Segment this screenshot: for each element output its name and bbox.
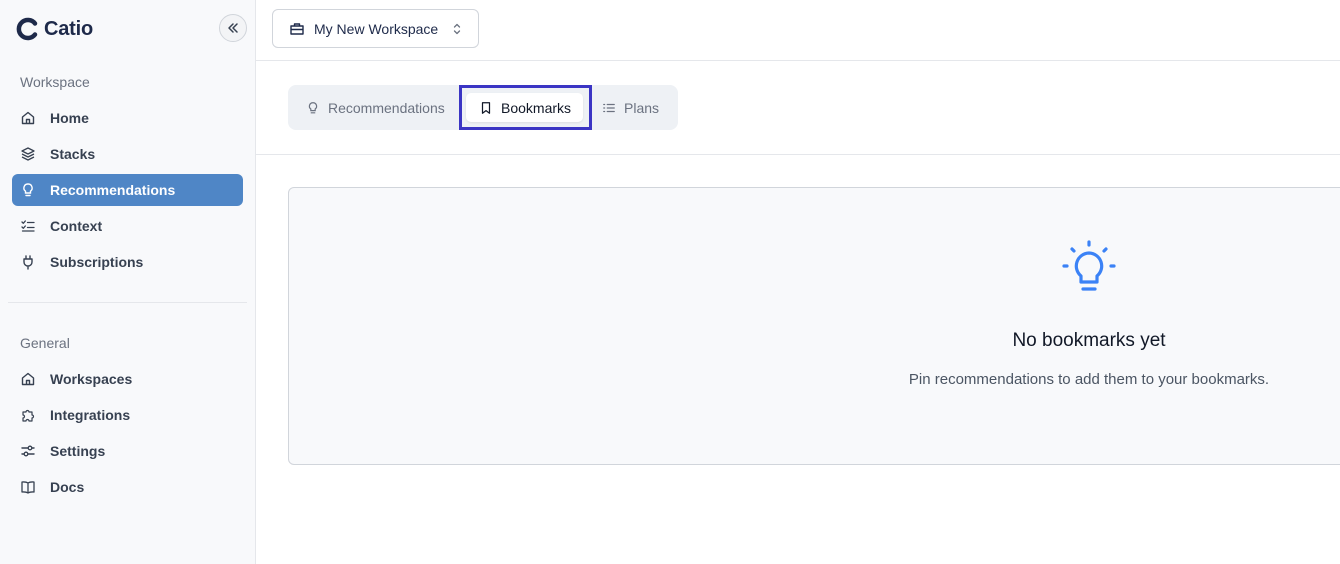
- chevron-up-down-icon: [454, 23, 461, 34]
- app-name: Catio: [44, 17, 94, 40]
- chevrons-left-icon: [228, 23, 238, 33]
- sidebar-item-stacks[interactable]: Stacks: [12, 138, 243, 170]
- book-icon: [20, 479, 36, 495]
- tab-plans[interactable]: Plans: [602, 93, 672, 122]
- sidebar-item-label: Recommendations: [50, 182, 176, 198]
- checklist-icon: [20, 218, 36, 234]
- workspace-name: My New Workspace: [314, 20, 439, 37]
- tabs-bar: Recommendations Bookmarks Plans: [256, 61, 1340, 155]
- list-icon: [603, 103, 615, 112]
- collapse-sidebar-button[interactable]: [219, 14, 247, 42]
- sidebar-item-label: Stacks: [50, 146, 96, 162]
- puzzle-icon: [20, 407, 36, 423]
- sidebar-item-home[interactable]: Home: [12, 102, 243, 134]
- home-icon: [20, 371, 36, 387]
- empty-state-description: Pin recommendations to add them to your …: [908, 371, 1270, 388]
- briefcase-icon: [290, 22, 304, 35]
- sidebar: Catio Workspace Home Stacks Recommendati…: [0, 0, 256, 564]
- section-label-general: General: [20, 335, 70, 351]
- sidebar-item-subscriptions[interactable]: Subscriptions: [12, 246, 243, 278]
- sidebar-item-label: Workspaces: [50, 371, 133, 387]
- sidebar-item-label: Context: [50, 218, 103, 234]
- tab-label: Recommendations: [328, 99, 445, 116]
- lightbulb-icon: [308, 101, 318, 113]
- empty-state-title: No bookmarks yet: [1012, 330, 1166, 351]
- lightbulb-icon: [20, 182, 36, 198]
- bookmark-icon: [481, 101, 491, 114]
- tab-label: Bookmarks: [501, 99, 572, 116]
- empty-state-panel: No bookmarks yet Pin recommendations to …: [288, 187, 1340, 465]
- home-icon: [20, 110, 36, 126]
- sidebar-item-settings[interactable]: Settings: [12, 435, 243, 467]
- plug-icon: [20, 254, 36, 270]
- sidebar-item-integrations[interactable]: Integrations: [12, 399, 243, 431]
- sidebar-item-label: Settings: [50, 443, 106, 459]
- workspace-selector[interactable]: My New Workspace: [272, 9, 479, 48]
- lightbulb-icon: [1062, 240, 1116, 291]
- catio-logo-icon: [16, 17, 38, 41]
- sidebar-divider: [8, 302, 247, 303]
- sidebar-item-context[interactable]: Context: [12, 210, 243, 242]
- sidebar-item-docs[interactable]: Docs: [12, 471, 243, 503]
- section-label-workspace: Workspace: [20, 74, 90, 90]
- tab-recommendations[interactable]: Recommendations: [306, 93, 469, 122]
- sliders-icon: [20, 443, 36, 459]
- tab-label: Plans: [624, 99, 660, 116]
- sidebar-item-label: Subscriptions: [50, 254, 144, 270]
- tab-list: Recommendations Bookmarks Plans: [288, 85, 678, 130]
- sidebar-item-label: Integrations: [50, 407, 131, 423]
- sidebar-item-label: Docs: [50, 479, 85, 495]
- layers-icon: [20, 146, 36, 162]
- sidebar-item-recommendations[interactable]: Recommendations: [12, 174, 243, 206]
- sidebar-item-workspaces[interactable]: Workspaces: [12, 363, 243, 395]
- tab-bookmarks[interactable]: Bookmarks: [466, 93, 583, 122]
- top-bar: My New Workspace: [256, 0, 1340, 61]
- sidebar-item-label: Home: [50, 110, 89, 126]
- catio-logo[interactable]: Catio: [16, 17, 93, 41]
